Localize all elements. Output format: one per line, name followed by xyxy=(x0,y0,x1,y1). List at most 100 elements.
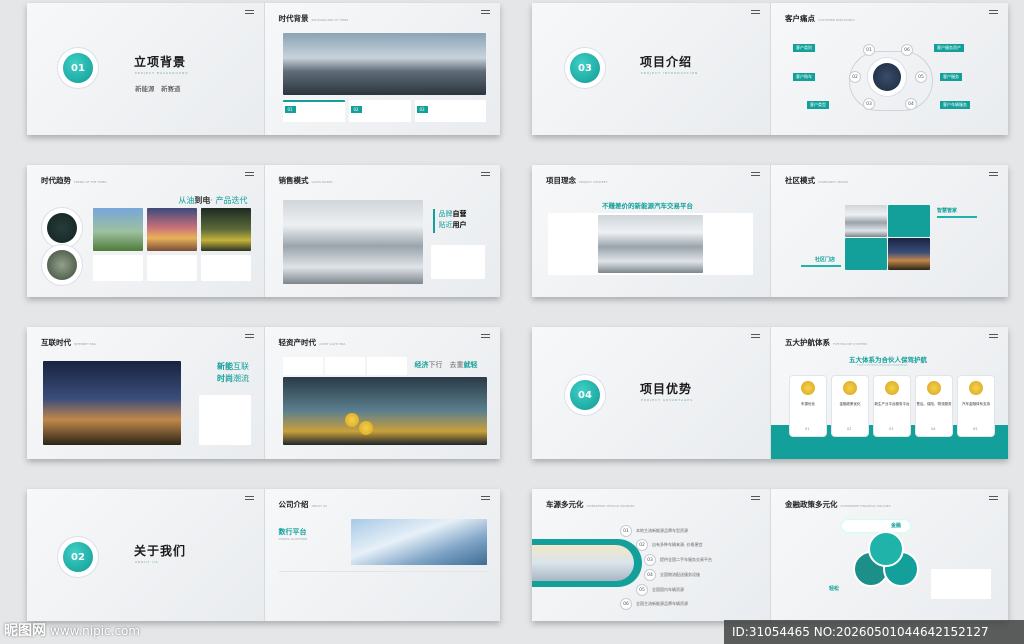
source-item: 本地主流新能源品牌车型资源 xyxy=(636,528,688,533)
city-night-photo xyxy=(43,361,181,445)
section-number-badge: 02 xyxy=(63,542,93,572)
page-trend: 时代趋势 TREND OF THE TIMES 从油到电· 产品迭代 xyxy=(27,165,264,297)
menu-icon[interactable] xyxy=(751,496,760,500)
menu-icon[interactable] xyxy=(989,496,998,500)
page-title: 轻资产时代 ASSET LIGHT ERA xyxy=(278,338,346,347)
menu-icon[interactable] xyxy=(244,496,254,500)
showroom-photo xyxy=(282,200,423,284)
menu-icon[interactable] xyxy=(244,172,254,176)
person-photo xyxy=(47,250,77,280)
economy-slogan: 经济下行 去重就轻 xyxy=(414,361,478,369)
card-number: 05 xyxy=(973,427,978,431)
pain-tag: 客户车辆服务 xyxy=(940,101,970,109)
cover-subtitle: PROJECT ADVANTAGES xyxy=(641,398,694,402)
node-06: 06 xyxy=(620,598,632,610)
store-photo xyxy=(845,205,887,237)
finance-ring xyxy=(868,531,904,567)
brand-slogan: 品牌自营 贴近用户 xyxy=(438,210,467,229)
page-cover-introduction: 03 项目介绍 PROJECT INTRODUCTION xyxy=(532,3,770,135)
page-title: 车源多元化 DIVERSIFIED VEHICLE SOURCES xyxy=(546,500,635,509)
section-number-badge: 03 xyxy=(570,53,600,83)
card-label: 售后、保险、物流服务 xyxy=(916,402,952,406)
menu-icon[interactable] xyxy=(751,334,760,338)
card-number: 02 xyxy=(847,427,852,431)
page-title: 五大护航体系 FIVE ESCORT SYSTEMS xyxy=(785,338,868,347)
page-title: 金融政策多元化 DIVERSIFIED FINANCIAL POLICIES xyxy=(785,500,891,509)
gold-emblem-icon xyxy=(843,381,857,395)
menu-icon[interactable] xyxy=(244,334,254,338)
menu-icon[interactable] xyxy=(481,496,490,500)
internet-slogan: 新能互联 时尚潮流 xyxy=(217,362,249,383)
info-block xyxy=(199,395,251,445)
info-block xyxy=(147,255,197,281)
menu-icon[interactable] xyxy=(244,10,254,14)
road-photo xyxy=(201,208,251,251)
info-block xyxy=(282,357,323,375)
gold-emblem-icon xyxy=(801,381,815,395)
info-block xyxy=(931,569,991,599)
menu-icon[interactable] xyxy=(989,172,998,176)
page-title: 项目理念 PROJECT CONCEPT xyxy=(546,176,608,185)
page-title: 时代背景 BACKGROUND OF TIMES xyxy=(278,14,349,23)
systems-headline-en: FIVE SYSTEMS ESCORT PARTNERS xyxy=(857,363,908,367)
label-butler: 智慧管家 xyxy=(937,208,958,214)
node-01: 01 xyxy=(620,525,632,537)
slogan: 从油到电· 产品迭代 xyxy=(178,196,248,205)
page-community: 社区模式 COMMUNITY MODEL 智慧管家 社区门店 xyxy=(770,165,1008,297)
page-five-systems: 五大护航体系 FIVE ESCORT SYSTEMS 五大体系为合伙人保驾护航 F… xyxy=(770,327,1008,459)
number-label: 01 xyxy=(284,106,296,113)
node-04: 04 xyxy=(905,98,917,110)
menu-icon[interactable] xyxy=(481,172,490,176)
building-photo xyxy=(350,519,487,565)
spread-sources-finance: 车源多元化 DIVERSIFIED VEHICLE SOURCES 01 02 0… xyxy=(532,489,1008,621)
menu-icon[interactable] xyxy=(989,10,998,14)
page-title: 时代趋势 TREND OF THE TIMES xyxy=(41,176,107,185)
spread-about: 02 关于我们 ABOUT US 公司介绍 ABOUT US 数行平台 DIGIT… xyxy=(27,489,500,621)
section-number-badge: 01 xyxy=(63,53,93,83)
image-id-bar: ID:31054465 NO:20260501044642152127 xyxy=(724,620,1024,644)
menu-icon[interactable] xyxy=(481,10,490,14)
gold-emblem-icon xyxy=(969,381,983,395)
source-item: 提供全国二手车服务交易平台 xyxy=(660,557,712,562)
cover-subtitle: PROJECT BACKGROUND xyxy=(135,71,189,75)
coin-icon xyxy=(344,413,359,427)
page-cover-advantages: 04 项目优势 PROJECT ADVANTAGES xyxy=(532,327,770,459)
charging-photo xyxy=(47,213,77,243)
spread-concept-community: 项目理念 PROJECT CONCEPT 不赚差价的新能源汽车交易平台 社区模式 C… xyxy=(532,165,1008,297)
card-label: 金融政策优化 xyxy=(839,402,861,406)
concept-headline: 不赚差价的新能源汽车交易平台 xyxy=(602,202,693,210)
node-05: 05 xyxy=(636,584,648,596)
info-block xyxy=(93,255,143,281)
pain-tag: 客户类别 xyxy=(793,44,815,52)
page-title: 客户痛点 CUSTOMER PAIN POINTS xyxy=(785,14,855,23)
spread-trend-sales: 时代趋势 TREND OF THE TIMES 从油到电· 产品迭代 销售模式 SA… xyxy=(27,165,500,297)
pain-tag: 客户类型 xyxy=(807,101,829,109)
menu-icon[interactable] xyxy=(751,10,760,14)
node-01: 01 xyxy=(863,44,875,56)
menu-icon[interactable] xyxy=(481,334,490,338)
customer-photo xyxy=(873,63,901,91)
info-block xyxy=(201,255,251,281)
node-02: 02 xyxy=(849,71,861,83)
card-number: 01 xyxy=(805,427,810,431)
divider xyxy=(278,571,487,572)
menu-icon[interactable] xyxy=(751,172,760,176)
stock-chart-photo xyxy=(282,377,487,445)
sunset-photo xyxy=(147,208,197,251)
spread-internet-assetlight: 互联时代 INTERNET ERA 新能互联 时尚潮流 轻资产时代 ASSET LI… xyxy=(27,327,500,459)
mountain-photo xyxy=(93,208,143,251)
info-block xyxy=(430,245,485,279)
page-sales: 销售模式 SALES MODEL 品牌自营 贴近用户 xyxy=(263,165,500,297)
node-03: 03 xyxy=(644,554,656,566)
source-item: 自有多种车辆来源, 价格便宜 xyxy=(652,542,703,547)
showroom-photo xyxy=(598,215,703,273)
node-03: 03 xyxy=(863,98,875,110)
finance-keyword: 金融 xyxy=(891,523,902,529)
page-era-background: 时代背景 BACKGROUND OF TIMES 01 02 03 xyxy=(263,3,500,135)
service-photo xyxy=(888,238,930,270)
cover-subtitle: PROJECT INTRODUCTION xyxy=(641,71,699,75)
accent-line xyxy=(937,216,977,218)
platform-subtitle: DIGITAL PLATFORM xyxy=(278,537,308,541)
page-vehicle-sources: 车源多元化 DIVERSIFIED VEHICLE SOURCES 01 02 0… xyxy=(532,489,770,621)
menu-icon[interactable] xyxy=(989,334,998,338)
